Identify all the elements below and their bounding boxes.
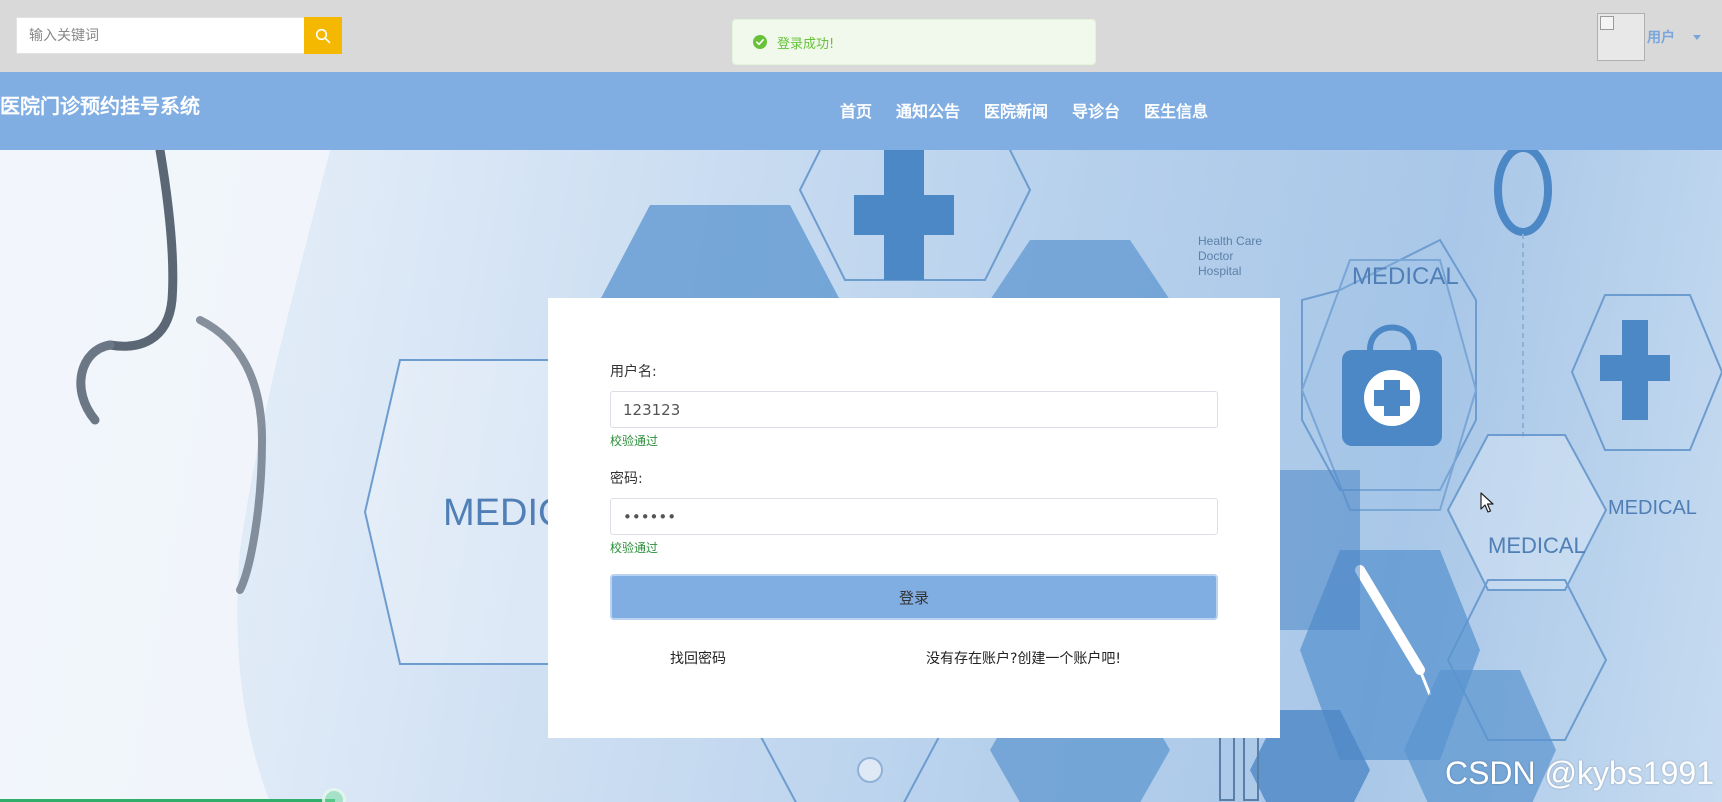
nav-item-notices[interactable]: 通知公告 [896,98,960,122]
search-bar [16,17,342,54]
hero-text: Health Care [1198,234,1262,248]
forgot-password-link[interactable]: 找回密码 [670,648,726,668]
watermark: CSDN @kybs1991 [1444,755,1714,791]
password-input[interactable] [610,498,1218,535]
hero-medical-text: MEDICAL [1608,497,1697,519]
nav-item-doctors[interactable]: 医生信息 [1144,98,1208,122]
password-validation: 校验通过 [610,541,659,555]
search-button[interactable] [304,17,342,54]
username-validation: 校验通过 [610,434,659,448]
user-label[interactable]: 用户 [1647,27,1675,47]
hero-text: Hospital [1198,264,1241,278]
main-nav: 首页 通知公告 医院新闻 导诊台 医生信息 [840,98,1208,122]
chevron-down-icon[interactable] [1693,34,1701,40]
site-title: 医院门诊预约挂号系统 [0,94,200,118]
avatar[interactable] [1597,13,1645,61]
nav-item-news[interactable]: 医院新闻 [984,98,1048,122]
nav-item-guide[interactable]: 导诊台 [1072,98,1120,122]
username-input[interactable] [610,391,1218,428]
mouse-cursor-icon [1480,492,1494,513]
hero-medical-text: MEDICAL [1352,263,1459,290]
nav-item-home[interactable]: 首页 [840,98,872,122]
success-toast: 登录成功! [732,19,1096,65]
toast-message: 登录成功! [777,36,835,52]
user-menu[interactable]: 用户 [1597,13,1701,61]
login-button[interactable]: 登录 [610,574,1218,620]
top-bar: 登录成功! 用户 [0,0,1722,72]
hero-text: Doctor [1198,249,1233,263]
username-label: 用户名: [610,364,657,380]
login-form: 用户名: 校验通过 密码: 校验通过 登录 找回密码 没有存在账户?创建一个账户… [548,298,1280,738]
register-link[interactable]: 没有存在账户?创建一个账户吧! [926,648,1121,668]
hero-medical-text: MEDICAL [1488,533,1586,558]
search-input[interactable] [16,17,304,54]
site-header: 医院门诊预约挂号系统 首页 通知公告 医院新闻 导诊台 医生信息 [0,72,1722,150]
check-circle-icon [753,35,767,49]
search-icon [315,28,331,43]
password-label: 密码: [610,471,643,487]
